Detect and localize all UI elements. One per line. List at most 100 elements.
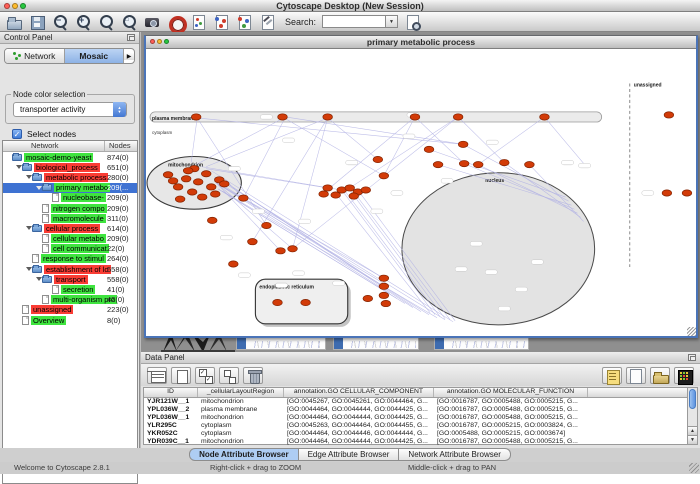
zoom-in-icon[interactable]: +	[75, 14, 91, 30]
graph-node[interactable]	[410, 114, 420, 120]
import-attributes-icon[interactable]	[650, 367, 670, 384]
snapshot-icon[interactable]	[144, 14, 160, 30]
table-row[interactable]: YPL036W__1mitochondrion[GO:0044464, GO:0…	[144, 414, 688, 422]
search-dropdown-button[interactable]: ▼	[386, 15, 398, 28]
table-cell[interactable]: [GO:0016787, GO:0005488, GO:0005215, G..…	[434, 438, 588, 445]
table-cell[interactable]: plasma membrane	[198, 406, 284, 413]
graph-node[interactable]	[219, 181, 229, 187]
tab-node-attribute-browser[interactable]: Node Attribute Browser	[189, 448, 299, 461]
tree-row[interactable]: cellular metabo209(0)	[3, 234, 137, 244]
tree-expander-icon[interactable]	[25, 267, 32, 271]
combobox-stepper-icon[interactable]: ▲▼	[113, 102, 126, 117]
graph-node[interactable]	[181, 176, 191, 182]
table-cell[interactable]: YPL036W__2	[144, 406, 198, 413]
graph-node[interactable]	[323, 114, 333, 120]
table-cell[interactable]: mitochondrion	[198, 438, 284, 445]
graph-node[interactable]	[540, 114, 550, 120]
table-cell[interactable]: [GO:0016787, GO:0005215, GO:0003824, G..…	[434, 422, 588, 429]
network-canvas[interactable]: plasma membrane cytoplasm mitochondrion …	[146, 49, 696, 336]
open-file-icon[interactable]	[6, 14, 22, 30]
column-go-cellular-component[interactable]: annotation.GO CELLULAR_COMPONENT	[284, 388, 434, 397]
graph-node[interactable]	[187, 189, 197, 195]
tree-row[interactable]: unassigned223(0)	[3, 305, 137, 315]
filter-icon[interactable]	[236, 14, 252, 30]
graph-node[interactable]	[453, 114, 463, 120]
tree-row[interactable]: cellular process614(0)	[3, 223, 137, 233]
zoom-fit-icon[interactable]: □	[121, 14, 137, 30]
graph-node[interactable]	[323, 185, 333, 191]
table-cell[interactable]: YJR121W__1	[144, 398, 198, 405]
tree-expander-icon[interactable]	[35, 186, 42, 190]
table-cell[interactable]: [GO:0005488, GO:0005215, GO:0003674]	[434, 430, 588, 437]
function-builder-icon[interactable]: f(x)	[626, 367, 646, 384]
graph-node[interactable]	[262, 222, 272, 228]
tree-row[interactable]: secretion41(0)	[3, 284, 137, 294]
tab-network-attribute-browser[interactable]: Network Attribute Browser	[399, 448, 510, 461]
tree-row[interactable]: nucleobase-209(0)	[3, 193, 137, 203]
table-cell[interactable]: [GO:0016787, GO:0005488, GO:0005215, G..…	[434, 414, 588, 421]
graph-node[interactable]	[168, 178, 178, 184]
save-icon[interactable]	[29, 14, 45, 30]
tree-row[interactable]: Overview8(0)	[3, 315, 137, 325]
graph-node[interactable]	[379, 292, 389, 298]
background-window-fragment[interactable]	[434, 337, 529, 350]
table-cell[interactable]: YPL036W__1	[144, 414, 198, 421]
graph-node[interactable]	[229, 261, 239, 267]
graph-node[interactable]	[361, 187, 371, 193]
graph-node[interactable]	[206, 184, 216, 190]
tree-expander-icon[interactable]	[15, 165, 22, 169]
graph-node[interactable]	[662, 190, 672, 196]
table-cell[interactable]: [GO:0016787, GO:0005488, GO:0005215, G..…	[434, 406, 588, 413]
graph-node[interactable]	[210, 191, 220, 197]
table-cell[interactable]: [GO:0045267, GO:0045261, GO:0044464, G..…	[284, 398, 434, 405]
float-panel-icon[interactable]	[688, 354, 696, 361]
table-row[interactable]: YPL036W__2plasma membrane[GO:0044464, GO…	[144, 406, 688, 414]
graph-node[interactable]	[191, 114, 201, 120]
tree-row[interactable]: macromolecule311(0)	[3, 213, 137, 223]
column-cellular-layout-region[interactable]: _cellularLayoutRegion	[198, 388, 284, 397]
matrix-icon[interactable]	[674, 367, 694, 384]
window-resize-grip[interactable]	[689, 463, 699, 473]
table-cell[interactable]: [GO:0045263, GO:0044464, GO:0044455, G..…	[284, 422, 434, 429]
graph-node[interactable]	[201, 171, 211, 177]
tree-expander-icon[interactable]	[25, 226, 32, 230]
tree-row[interactable]: mosaic-demo-yeast874(0)	[3, 152, 137, 162]
graph-node[interactable]	[239, 195, 249, 201]
tree-row[interactable]: metabolic process280(0)	[3, 172, 137, 182]
tree-row[interactable]: nitrogen compo209(0)	[3, 203, 137, 213]
tab-overflow-arrow[interactable]: ▶	[124, 53, 134, 60]
table-row[interactable]: YLR295Ccytoplasm[GO:0045263, GO:0044464,…	[144, 422, 688, 430]
tree-row[interactable]: establishment of lo558(0)	[3, 264, 137, 274]
table-cell[interactable]: mitochondrion	[198, 398, 284, 405]
annotation-icon[interactable]	[259, 14, 275, 30]
graph-node[interactable]	[273, 299, 283, 305]
network-window-titlebar[interactable]: primary metabolic process	[146, 36, 696, 49]
tree-row[interactable]: primary metabo209(...	[3, 183, 137, 193]
table-cell[interactable]: [GO:0044464, GO:0044444, GO:0044425, G..…	[284, 406, 434, 413]
table-row[interactable]: YDR039C__1mitochondrion[GO:0044464, GO:0…	[144, 437, 688, 445]
table-cell[interactable]: cytoplasm	[198, 430, 284, 437]
tree-expander-icon[interactable]	[35, 277, 42, 281]
graph-node[interactable]	[173, 184, 183, 190]
select-attributes-icon[interactable]	[195, 367, 215, 384]
graph-node[interactable]	[379, 275, 389, 281]
graph-node[interactable]	[319, 191, 329, 197]
graph-node[interactable]	[525, 161, 535, 167]
tree-row[interactable]: cell communicat22(0)	[3, 244, 137, 254]
tab-mosaic[interactable]: Mosaic	[65, 49, 125, 63]
graph-node[interactable]	[349, 193, 359, 199]
table-scrollbar[interactable]: ▲ ▼	[687, 387, 698, 445]
table-cell[interactable]: cytoplasm	[198, 422, 284, 429]
table-row[interactable]: YKR052Ccytoplasm[GO:0044464, GO:0044446,…	[144, 430, 688, 438]
graph-node[interactable]	[163, 172, 173, 178]
background-window-fragment[interactable]	[236, 337, 326, 350]
zoom-selected-icon[interactable]	[98, 14, 114, 30]
select-all-icon[interactable]	[147, 367, 167, 384]
table-cell[interactable]: YKR052C	[144, 430, 198, 437]
graph-node[interactable]	[499, 159, 509, 165]
tree-row[interactable]: response to stimul264(0)	[3, 254, 137, 264]
column-go-molecular-function[interactable]: annotation.GO MOLECULAR_FUNCTION	[434, 388, 588, 397]
unselect-attributes-icon[interactable]	[219, 367, 239, 384]
table-cell[interactable]: [GO:0044464, GO:0044444, GO:0044425, G..…	[284, 414, 434, 421]
graph-node[interactable]	[459, 160, 469, 166]
